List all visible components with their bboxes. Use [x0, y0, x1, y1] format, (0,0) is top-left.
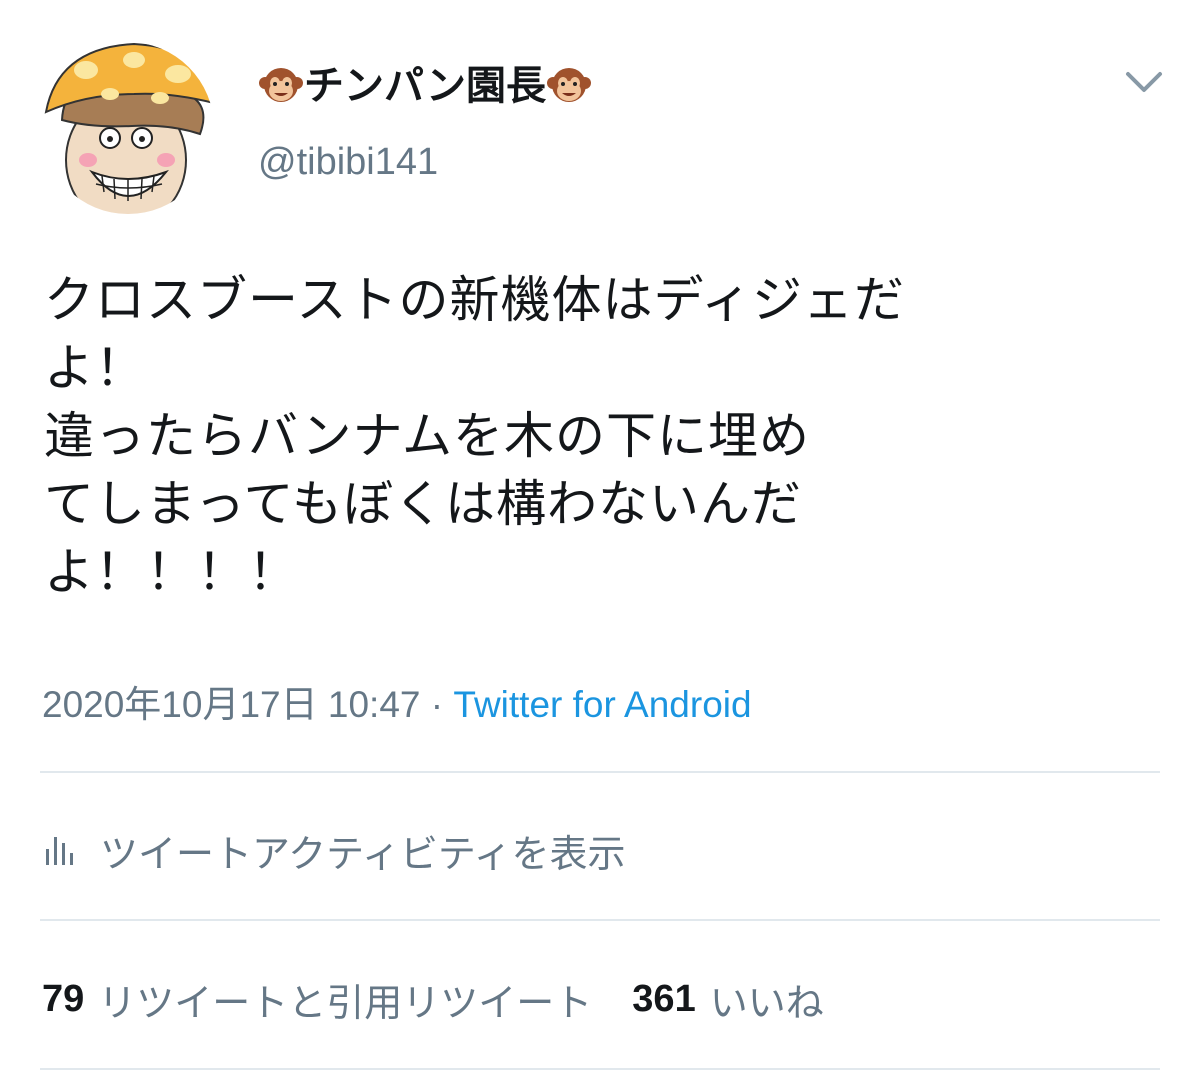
user-handle[interactable]: @tibibi141 — [258, 140, 438, 184]
retweets-count: 79 — [42, 977, 85, 1020]
divider — [40, 771, 1160, 773]
tweet-activity-link[interactable]: ツイートアクティビティを表示 — [44, 824, 626, 876]
divider — [40, 1068, 1160, 1070]
avatar-image — [42, 42, 214, 214]
tweet-line: よ！！！！ — [44, 543, 299, 601]
tweet-line: クロスブーストの新機体はディジェだ — [44, 271, 905, 329]
divider — [40, 919, 1160, 921]
source-link[interactable]: Twitter for Android — [453, 684, 751, 725]
more-menu-button[interactable] — [1120, 62, 1168, 102]
tweet-line: 違ったらバンナムを木の下に埋め — [44, 407, 810, 465]
bar-chart-icon — [44, 833, 74, 867]
display-name[interactable]: チンパン園長 — [258, 60, 592, 112]
chevron-down-icon — [1126, 72, 1162, 92]
likes-stat[interactable]: 361 いいね — [632, 972, 823, 1027]
timestamp[interactable]: 2020年10月17日 10:47 — [42, 684, 421, 725]
tweet-stats: 79 リツイートと引用リツイート 361 いいね — [42, 972, 824, 1026]
tweet-activity-label: ツイートアクティビティを表示 — [100, 831, 626, 876]
display-name-text: チンパン園長 — [304, 63, 546, 109]
retweets-stat[interactable]: 79 リツイートと引用リツイート — [42, 972, 592, 1027]
monkey-face-icon — [258, 63, 304, 109]
tweet-line: てしまってもぼくは構わないんだ — [44, 475, 802, 533]
retweets-label: リツイートと引用リツイート — [98, 980, 593, 1025]
likes-count: 361 — [632, 977, 696, 1020]
monkey-face-icon — [546, 63, 592, 109]
tweet-meta: 2020年10月17日 10:47 · Twitter for Android — [42, 680, 752, 730]
avatar[interactable] — [42, 42, 214, 214]
likes-label: いいね — [709, 980, 824, 1025]
meta-separator: · — [420, 684, 454, 725]
tweet-line: よ！ — [44, 339, 146, 397]
tweet-text: クロスブーストの新機体はディジェだ よ！ 違ったらバンナムを木の下に埋め てしま… — [44, 266, 1154, 606]
